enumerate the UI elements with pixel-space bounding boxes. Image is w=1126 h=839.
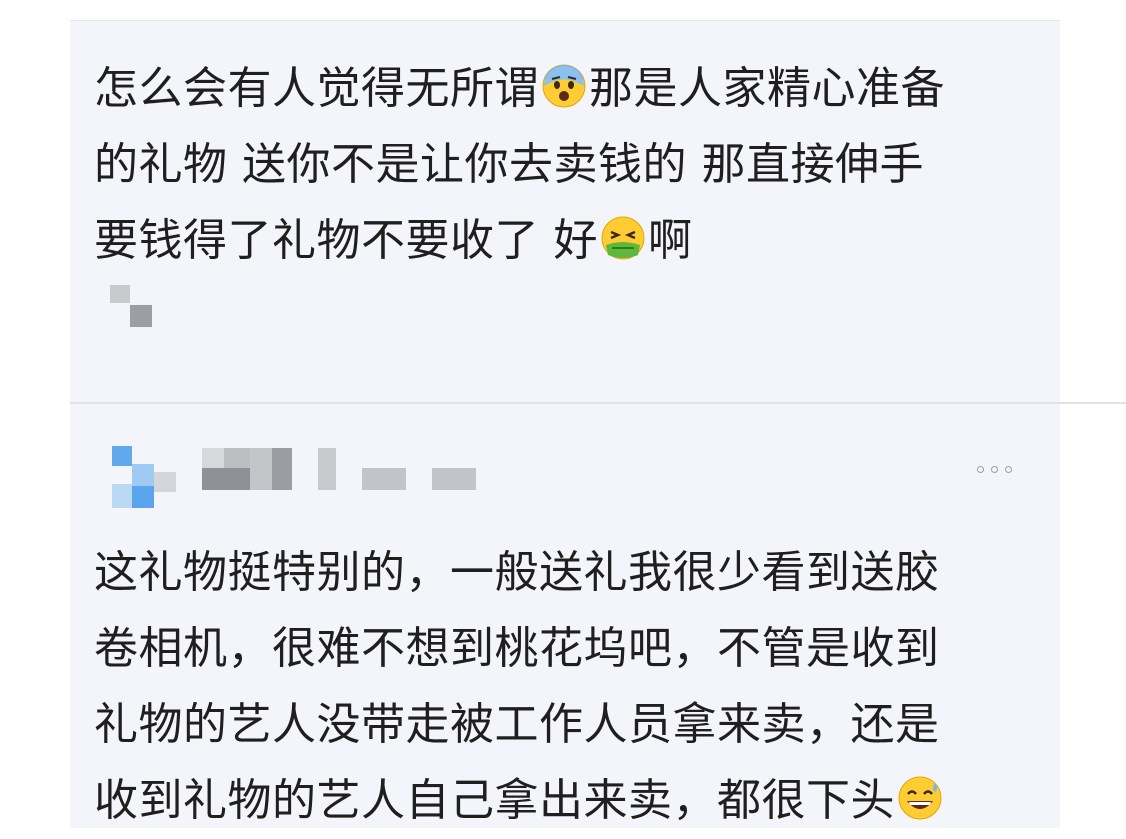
comment-line: 收到礼物的艺人自己拿出来卖，都很下头 — [94, 775, 895, 826]
comment-text: 这礼物挺特别的，一般送礼我很少看到送胶 卷相机，很难不想到桃花坞吧，不管是收到 … — [94, 535, 945, 839]
comment-line: 的礼物 送你不是让你去卖钱的 那直接伸手 — [94, 139, 924, 190]
blurred-username[interactable] — [272, 448, 292, 490]
dot — [977, 466, 984, 473]
blurred-avatar[interactable] — [132, 486, 154, 508]
blurred-username[interactable] — [154, 472, 176, 492]
comment-card-2: 这礼物挺特别的，一般送礼我很少看到送胶 卷相机，很难不想到桃花坞吧，不管是收到 … — [70, 404, 1060, 828]
blurred-avatar[interactable] — [112, 484, 132, 508]
blurred-timestamp — [432, 468, 476, 490]
comment-line: 那是人家精心准备 — [589, 63, 945, 114]
comment-card-1: 怎么会有人觉得无所谓 那是人家精心准备 的礼物 送你不是让你去卖钱的 那直接伸手… — [70, 20, 1060, 403]
blurred-username[interactable] — [250, 448, 272, 490]
fearful-face-emoji-icon — [542, 64, 586, 108]
blurred-avatar[interactable] — [132, 464, 154, 486]
blurred-username[interactable] — [202, 468, 250, 490]
comment-line: 怎么会有人觉得无所谓 — [94, 63, 539, 114]
dot — [1005, 466, 1012, 473]
blurred-username[interactable] — [224, 448, 250, 468]
comment-text: 怎么会有人觉得无所谓 那是人家精心准备 的礼物 送你不是让你去卖钱的 那直接伸手… — [94, 51, 945, 279]
comment-line: 这礼物挺特别的，一般送礼我很少看到送胶 — [94, 547, 940, 598]
blurred-username[interactable] — [202, 448, 224, 468]
comment-line: 卷相机，很难不想到桃花坞吧，不管是收到 — [94, 623, 940, 674]
blurred-username — [110, 285, 130, 303]
grinning-sweat-emoji-icon — [898, 776, 942, 820]
comment-line: 要钱得了礼物不要收了 好 — [94, 215, 598, 266]
blurred-avatar[interactable] — [112, 446, 132, 466]
comment-line: 礼物的艺人没带走被工作人员拿来卖，还是 — [94, 699, 940, 750]
blurred-username — [130, 305, 152, 327]
blurred-timestamp — [362, 468, 406, 490]
comment-line: 啊 — [648, 215, 693, 266]
nauseated-face-emoji-icon — [601, 216, 645, 260]
blurred-username[interactable] — [318, 448, 336, 490]
dot — [991, 466, 998, 473]
more-options-icon[interactable] — [977, 466, 1012, 473]
